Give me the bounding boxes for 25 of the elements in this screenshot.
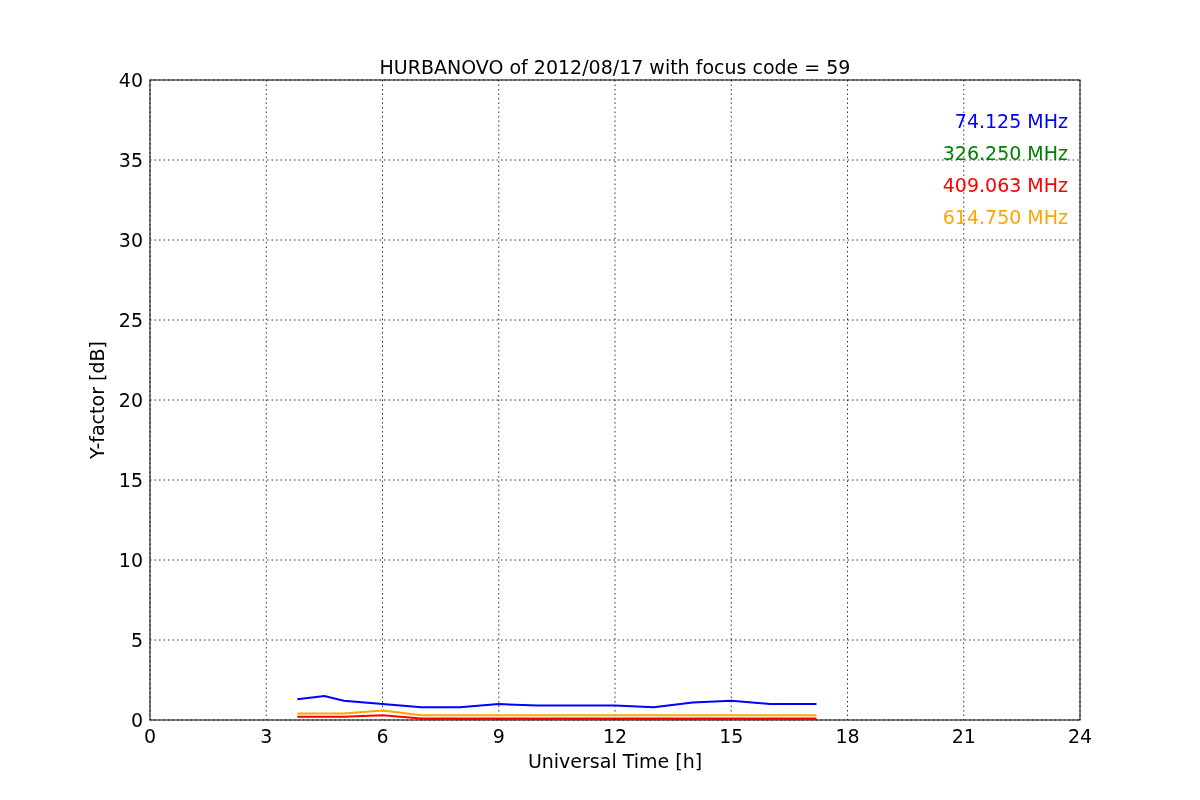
y-tick-label: 20: [118, 389, 143, 411]
x-tick-label: 18: [835, 725, 860, 747]
x-tick-label: 9: [492, 725, 505, 747]
y-axis-label: Y-factor [dB]: [86, 341, 108, 459]
x-tick-label: 12: [602, 725, 628, 747]
y-tick-label: 25: [118, 309, 143, 331]
y-tick-label: 35: [118, 149, 143, 171]
legend-label: 614.750 MHz: [942, 206, 1068, 228]
x-tick-label: 15: [719, 725, 744, 747]
x-tick-label: 21: [951, 725, 976, 747]
x-tick-label: 3: [260, 725, 273, 747]
y-tick-label: 40: [118, 69, 143, 91]
x-axis-label: Universal Time [h]: [527, 750, 703, 772]
x-tick-label: 6: [376, 725, 389, 747]
y-tick-label: 15: [118, 469, 143, 491]
y-tick-label: 0: [130, 709, 143, 731]
legend-label: 74.125 MHz: [954, 110, 1068, 132]
x-tick-label: 0: [143, 725, 157, 747]
y-tick-label: 10: [118, 549, 143, 571]
legend-label: 409.063 MHz: [942, 174, 1068, 196]
x-tick-label: 24: [1067, 725, 1093, 747]
legend-label: 326.250 MHz: [942, 142, 1068, 164]
chart-title: HURBANOVO of 2012/08/17 with focus code = 59: [379, 56, 851, 78]
y-tick-label: 30: [118, 229, 143, 251]
y-tick-label: 5: [130, 629, 143, 651]
